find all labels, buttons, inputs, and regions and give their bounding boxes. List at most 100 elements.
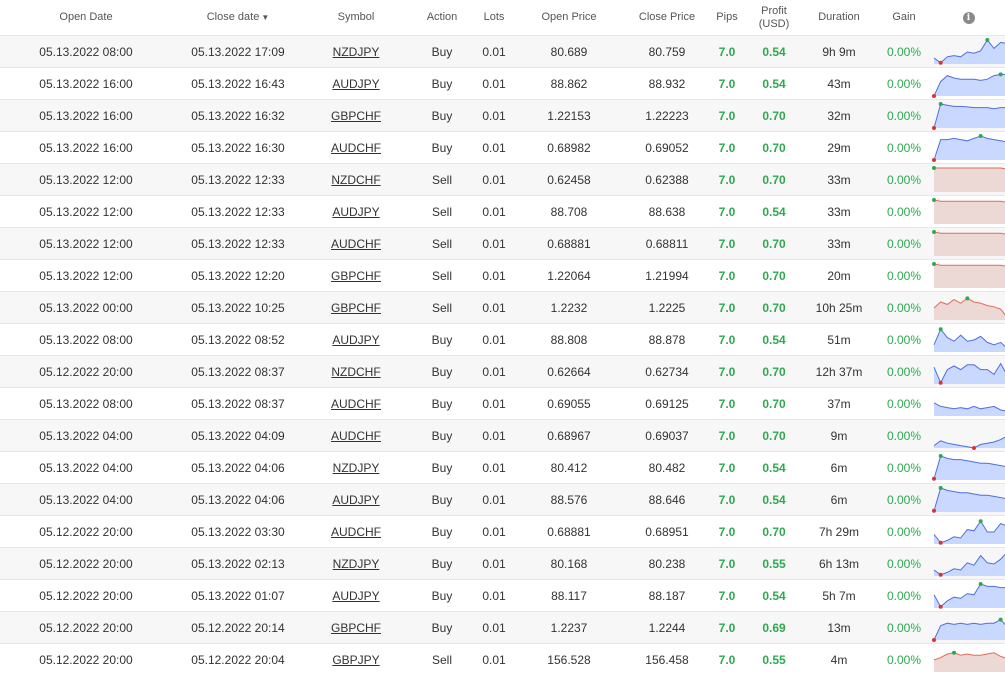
sparkline-cell <box>932 419 1005 452</box>
col-pips[interactable]: Pips <box>708 0 746 36</box>
symbol-link[interactable]: AUDJPY <box>332 77 379 91</box>
profit-cell: 0.69 <box>746 611 802 644</box>
table-row[interactable]: 05.12.2022 20:00 05.13.2022 03:30 AUDCHF Bu… <box>0 515 1005 548</box>
open-price-cell: 80.689 <box>550 44 588 59</box>
symbol-link[interactable]: AUDJPY <box>332 493 379 507</box>
symbol-link[interactable]: GBPJPY <box>332 653 379 667</box>
symbol-link[interactable]: NZDJPY <box>333 45 380 59</box>
gain-cell: 0.00% <box>876 547 932 580</box>
symbol-link[interactable]: AUDCHF <box>331 237 381 251</box>
action-cell: Buy <box>408 547 476 580</box>
table-row[interactable]: 05.13.2022 16:00 05.13.2022 16:43 AUDJPY Bu… <box>0 67 1005 100</box>
symbol-link[interactable]: AUDCHF <box>331 429 381 443</box>
close-date-cell: 05.12.2022 20:04 <box>191 652 285 667</box>
col-duration[interactable]: Duration <box>802 0 876 36</box>
open-date-cell: 05.13.2022 04:00 <box>0 419 172 452</box>
pips-cell: 7.0 <box>708 99 746 132</box>
table-row[interactable]: 05.13.2022 12:00 05.13.2022 12:20 GBPCHF Se… <box>0 259 1005 292</box>
table-row[interactable]: 05.13.2022 12:00 05.13.2022 12:33 NZDCHF Se… <box>0 163 1005 196</box>
open-date-cell: 05.13.2022 08:00 <box>39 396 133 411</box>
symbol-link[interactable]: NZDJPY <box>333 557 380 571</box>
symbol-link[interactable]: GBPCHF <box>331 621 381 635</box>
lots-cell: 0.01 <box>482 652 506 667</box>
col-open-price[interactable]: Open Price <box>512 0 626 36</box>
table-row[interactable]: 05.13.2022 08:00 05.13.2022 08:37 AUDCHF Bu… <box>0 387 1005 420</box>
symbol-link[interactable]: GBPCHF <box>331 269 381 283</box>
table-row[interactable]: 05.13.2022 12:00 05.13.2022 12:33 AUDCHF Se… <box>0 227 1005 260</box>
col-close-price[interactable]: Close Price <box>626 0 708 36</box>
symbol-link[interactable]: GBPCHF <box>331 301 381 315</box>
lots-cell: 0.01 <box>476 163 512 196</box>
duration-cell: 32m <box>802 99 876 132</box>
symbol-link[interactable]: AUDJPY <box>332 205 379 219</box>
close-price-cell: 1.2225 <box>648 300 686 315</box>
symbol-link[interactable]: AUDCHF <box>331 525 381 539</box>
symbol-link[interactable]: NZDJPY <box>333 461 380 475</box>
table-row[interactable]: 05.13.2022 16:00 05.13.2022 16:32 GBPCHF Bu… <box>0 99 1005 132</box>
duration-cell: 43m <box>802 67 876 100</box>
sparkline-cell <box>932 35 1005 68</box>
table-row[interactable]: 05.13.2022 16:00 05.13.2022 16:30 AUDCHF Bu… <box>0 131 1005 164</box>
col-open-date[interactable]: Open Date <box>0 0 172 36</box>
action-cell: Sell <box>431 268 452 283</box>
trade-history-table: Open Date Close date ▼ Symbol Action Lots… <box>0 0 1005 675</box>
open-price-cell: 0.62664 <box>547 364 591 379</box>
symbol-link[interactable]: NZDCHF <box>331 173 380 187</box>
duration-cell: 6h 13m <box>802 547 876 580</box>
sparkline-high-marker <box>938 326 943 331</box>
table-row[interactable]: 05.13.2022 04:00 05.13.2022 04:06 NZDJPY Bu… <box>0 451 1005 484</box>
open-date-cell: 05.12.2022 20:00 <box>39 364 133 379</box>
col-action[interactable]: Action <box>408 0 476 36</box>
info-icon[interactable]: i <box>962 12 975 24</box>
close-date-cell: 05.12.2022 20:14 <box>191 620 285 635</box>
open-date-cell: 05.13.2022 04:00 <box>39 428 133 443</box>
symbol-link[interactable]: GBPCHF <box>331 109 381 123</box>
open-date-cell: 05.12.2022 20:00 <box>0 579 172 612</box>
duration-cell: 6h 13m <box>818 556 860 571</box>
close-date-cell: 05.13.2022 08:37 <box>191 364 285 379</box>
table-row[interactable]: 05.12.2022 20:00 05.12.2022 20:04 GBPJPY Se… <box>0 643 1005 675</box>
col-lots-label: Lots <box>483 11 505 23</box>
symbol-link[interactable]: AUDCHF <box>331 397 381 411</box>
sparkline-high-marker <box>985 37 990 42</box>
trade-sparkline <box>932 229 1005 256</box>
col-lots[interactable]: Lots <box>476 0 512 36</box>
symbol-link[interactable]: NZDCHF <box>331 365 380 379</box>
close-date-cell: 05.13.2022 12:20 <box>191 268 285 283</box>
table-row[interactable]: 05.12.2022 20:00 05.13.2022 08:37 NZDCHF Bu… <box>0 355 1005 388</box>
table-row[interactable]: 05.13.2022 12:00 05.13.2022 12:33 AUDJPY Se… <box>0 195 1005 228</box>
table-row[interactable]: 05.13.2022 04:00 05.13.2022 04:06 AUDJPY Bu… <box>0 483 1005 516</box>
table-row[interactable]: 05.13.2022 04:00 05.13.2022 04:09 AUDCHF Bu… <box>0 419 1005 452</box>
symbol-cell: AUDJPY <box>304 67 408 100</box>
profit-cell: 0.54 <box>746 195 802 228</box>
action-cell: Sell <box>408 259 476 292</box>
symbol-link[interactable]: AUDJPY <box>332 333 379 347</box>
col-close-date[interactable]: Close date ▼ <box>172 0 304 36</box>
open-price-cell: 0.62458 <box>547 172 591 187</box>
table-row[interactable]: 05.13.2022 08:00 05.13.2022 08:52 AUDJPY Bu… <box>0 323 1005 356</box>
table-row[interactable]: 05.13.2022 08:00 05.13.2022 17:09 NZDJPY Bu… <box>0 35 1005 68</box>
symbol-cell: NZDJPY <box>304 35 408 68</box>
table-row[interactable]: 05.12.2022 20:00 05.12.2022 20:14 GBPCHF Bu… <box>0 611 1005 644</box>
symbol-link[interactable]: AUDCHF <box>331 141 381 155</box>
col-gain[interactable]: Gain <box>876 0 932 36</box>
action-cell: Buy <box>431 332 453 347</box>
col-symbol-label: Symbol <box>337 11 375 23</box>
lots-cell: 0.01 <box>482 524 506 539</box>
profit-cell: 0.70 <box>762 172 786 187</box>
close-price-cell: 0.68811 <box>645 236 689 251</box>
sparkline-area <box>934 455 1005 480</box>
profit-cell: 0.70 <box>762 108 786 123</box>
table-row[interactable]: 05.13.2022 00:00 05.13.2022 10:25 GBPCHF Se… <box>0 291 1005 324</box>
symbol-link[interactable]: AUDJPY <box>332 589 379 603</box>
lots-cell: 0.01 <box>482 492 506 507</box>
col-symbol[interactable]: Symbol <box>304 0 408 36</box>
lots-cell: 0.01 <box>482 332 506 347</box>
gain-cell: 0.00% <box>876 323 932 356</box>
action-cell: Buy <box>408 419 476 452</box>
table-row[interactable]: 05.12.2022 20:00 05.13.2022 02:13 NZDJPY Bu… <box>0 547 1005 580</box>
lots-cell: 0.01 <box>476 227 512 260</box>
duration-cell: 13m <box>802 611 876 644</box>
col-profit[interactable]: Profit (USD) <box>746 0 802 36</box>
table-row[interactable]: 05.12.2022 20:00 05.13.2022 01:07 AUDJPY Bu… <box>0 579 1005 612</box>
